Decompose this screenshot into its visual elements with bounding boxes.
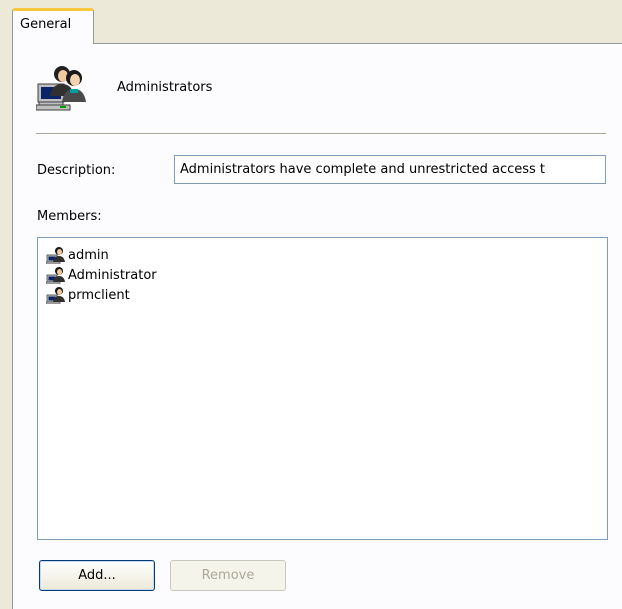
group-properties-window: General Administrators Description: Admi… — [0, 0, 622, 609]
user-icon — [46, 267, 65, 284]
member-name: prmclient — [68, 287, 130, 303]
add-button[interactable]: Add... — [39, 560, 155, 591]
list-item-member-2[interactable]: prmclient — [46, 285, 607, 305]
tab-general-label: General — [20, 17, 72, 32]
members-label: Members: — [37, 209, 102, 224]
description-label: Description: — [37, 163, 116, 178]
member-name: admin — [68, 247, 109, 263]
members-list[interactable]: admin Administrator prmclient — [37, 237, 608, 540]
user-icon — [46, 287, 65, 304]
description-input[interactable]: Administrators have complete and unrestr… — [174, 155, 606, 184]
list-item-member-0[interactable]: admin — [46, 245, 607, 265]
user-icon — [46, 247, 65, 264]
tab-general[interactable]: General — [12, 8, 94, 44]
remove-button[interactable]: Remove — [170, 560, 286, 591]
separator — [36, 133, 606, 135]
user-group-computer-icon — [35, 62, 88, 112]
group-name: Administrators — [117, 80, 213, 95]
member-name: Administrator — [68, 267, 157, 283]
list-item-member-1[interactable]: Administrator — [46, 265, 607, 285]
